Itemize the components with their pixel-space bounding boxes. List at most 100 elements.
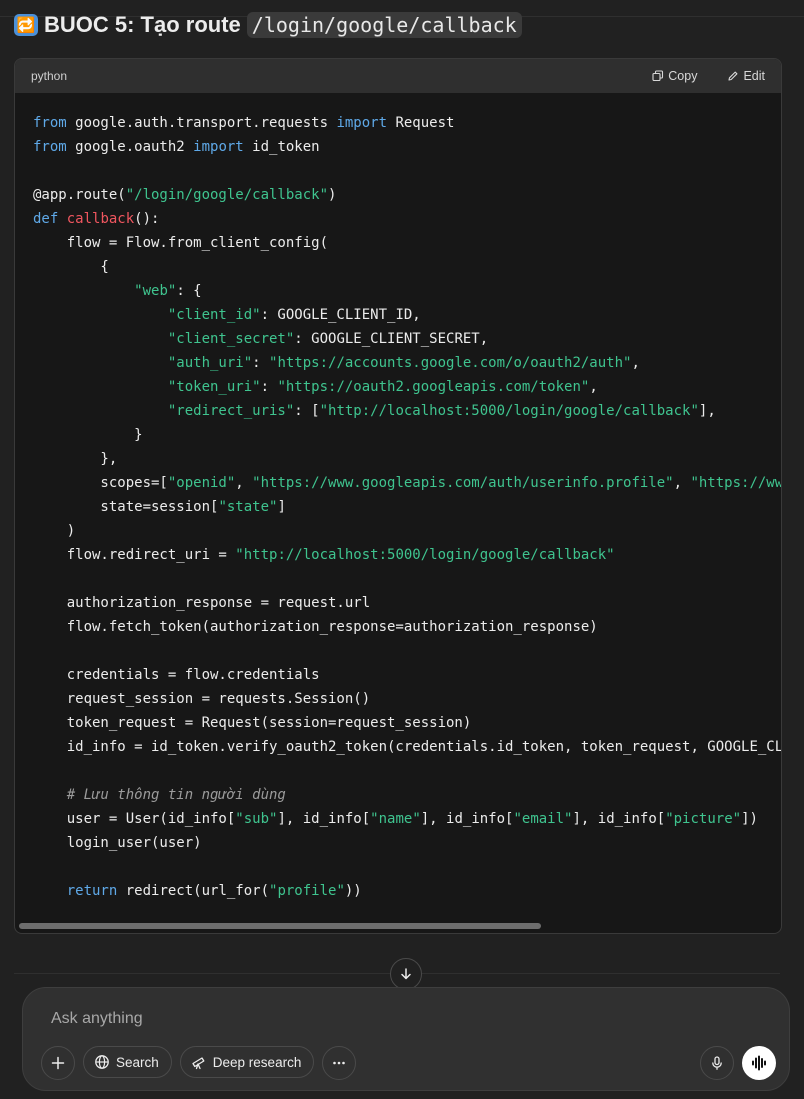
copy-button[interactable]: Copy <box>652 69 697 83</box>
prompt-input[interactable] <box>49 1006 653 1032</box>
code-token: "https://www.googleapis.com/auth/userinf… <box>252 475 674 491</box>
code-token: "/login/google/callback" <box>125 187 329 203</box>
code-token: request_session = requests.Session() <box>33 691 371 707</box>
code-token: id_info = id_token.verify_oauth2_token(c… <box>33 739 781 755</box>
repeat-icon: 🔁 <box>14 14 38 36</box>
waveform-icon <box>752 1055 766 1071</box>
dictate-button[interactable] <box>700 1046 734 1080</box>
code-token: "name" <box>370 811 421 827</box>
code-line: token_request = Request(session=request_… <box>33 711 781 735</box>
code-block: python Copy Edit from google.auth.transp… <box>14 58 782 934</box>
code-token: import <box>193 139 244 155</box>
code-line: flow.fetch_token(authorization_response=… <box>33 615 781 639</box>
code-token: "https://oauth2.googleapis.com/token" <box>277 379 590 395</box>
code-token: , <box>235 475 253 491</box>
code-token: ], id_info[ <box>572 811 666 827</box>
code-line: authorization_response = request.url <box>33 591 781 615</box>
more-tools-button[interactable] <box>322 1046 357 1080</box>
code-token: google.auth.transport.requests <box>66 115 337 131</box>
code-line: } <box>33 423 781 447</box>
code-token: from <box>33 115 67 131</box>
code-token: : <box>260 379 278 395</box>
code-token: (): <box>134 211 160 227</box>
code-token: "sub" <box>235 811 278 827</box>
code-line: from google.oauth2 import id_token <box>33 135 781 159</box>
code-token: "http://localhost:5000/login/google/call… <box>319 403 699 419</box>
code-token: } <box>33 427 143 443</box>
code-token: @app.route( <box>33 187 126 203</box>
code-line: request_session = requests.Session() <box>33 687 781 711</box>
code-token: # Lưu thông tin người dùng <box>66 787 286 803</box>
code-token: callback <box>66 211 135 227</box>
code-line: @app.route("/login/google/callback") <box>33 183 781 207</box>
search-button[interactable]: Search <box>83 1046 172 1078</box>
telescope-icon <box>192 1057 205 1070</box>
code-token: , <box>673 475 691 491</box>
code-line: "auth_uri": "https://accounts.google.com… <box>33 351 781 375</box>
code-token: from <box>33 139 67 155</box>
pencil-icon <box>728 71 738 81</box>
scroll-down-button[interactable] <box>390 958 422 990</box>
search-label: Search <box>116 1054 159 1070</box>
code-language-label: python <box>31 69 68 83</box>
globe-icon <box>95 1055 109 1069</box>
code-token: "client_secret" <box>167 331 295 347</box>
code-token: flow = Flow.from_client_config( <box>33 235 329 251</box>
code-token: state=session[ <box>33 499 219 515</box>
code-block-header: python Copy Edit <box>15 59 781 93</box>
code-token: "email" <box>513 811 573 827</box>
arrow-down-icon <box>401 968 411 980</box>
edit-label: Edit <box>743 69 765 83</box>
code-line: }, <box>33 447 781 471</box>
code-token: google.oauth2 <box>66 139 194 155</box>
code-line: "redirect_uris": ["http://localhost:5000… <box>33 399 781 423</box>
code-token: : GOOGLE_CLIENT_ID, <box>260 307 421 323</box>
code-line: from google.auth.transport.requests impo… <box>33 111 781 135</box>
code-token: }, <box>33 451 118 467</box>
code-token: def <box>33 211 59 227</box>
code-token: "redirect_uris" <box>167 403 295 419</box>
microphone-icon <box>712 1056 722 1070</box>
code-line: "web": { <box>33 279 781 303</box>
code-line: ) <box>33 519 781 543</box>
section-heading: 🔁 BUOC 5: Tạo route /login/google/callba… <box>14 8 522 42</box>
code-token: ], id_info[ <box>420 811 514 827</box>
code-token: flow.fetch_token(authorization_response=… <box>33 619 598 635</box>
horizontal-scrollbar[interactable] <box>19 923 541 929</box>
code-token: : { <box>176 283 202 299</box>
code-line: state=session["state"] <box>33 495 781 519</box>
code-token: scopes=[ <box>33 475 168 491</box>
code-line: # Lưu thông tin người dùng <box>33 783 781 807</box>
code-line: return redirect(url_for("profile")) <box>33 879 781 903</box>
code-line: def callback(): <box>33 207 781 231</box>
code-token: user = User(id_info[ <box>33 811 236 827</box>
code-token: ], <box>698 403 716 419</box>
deep-research-button[interactable]: Deep research <box>179 1046 315 1078</box>
code-token: , <box>631 355 640 371</box>
code-line: scopes=["openid", "https://www.googleapi… <box>33 471 781 495</box>
code-token: "http://localhost:5000/login/google/call… <box>235 547 615 563</box>
add-attachment-button[interactable] <box>41 1046 75 1080</box>
plus-icon <box>51 1056 65 1070</box>
code-line: flow = Flow.from_client_config( <box>33 231 781 255</box>
code-line: "token_uri": "https://oauth2.googleapis.… <box>33 375 781 399</box>
code-token: authorization_response = request.url <box>33 595 371 611</box>
edit-button[interactable]: Edit <box>727 69 765 83</box>
code-line: "client_secret": GOOGLE_CLIENT_SECRET, <box>33 327 781 351</box>
voice-mode-button[interactable] <box>742 1046 776 1080</box>
code-token: "https://www <box>690 475 781 491</box>
code-token: ], id_info[ <box>277 811 371 827</box>
ellipsis-icon <box>333 1061 346 1065</box>
code-token: , <box>589 379 598 395</box>
code-token: : GOOGLE_CLIENT_SECRET, <box>294 331 489 347</box>
code-token: Request <box>387 115 455 131</box>
code-line: flow.redirect_uri = "http://localhost:50… <box>33 543 781 567</box>
